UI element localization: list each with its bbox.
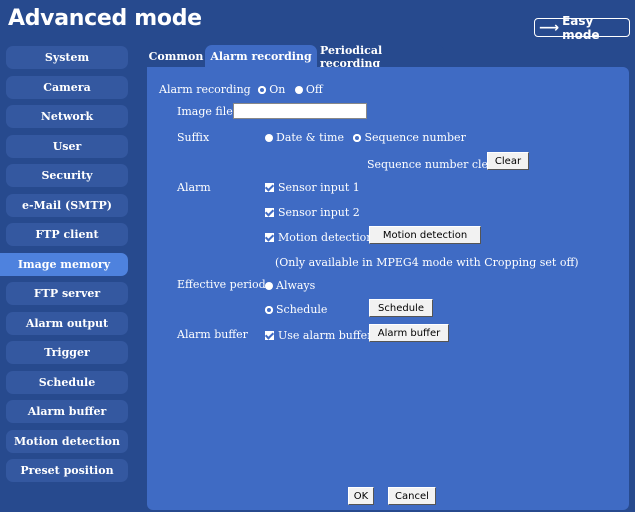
sidebar-item-motion-detection[interactable]: Motion detection xyxy=(6,429,128,453)
motion-label: Motion detection xyxy=(278,231,374,244)
use-alarm-buffer-label: Use alarm buffer xyxy=(278,329,373,342)
settings-panel: Alarm recording On Off Image file name S… xyxy=(147,67,629,510)
image-file-name-input[interactable] xyxy=(233,103,367,119)
alarm-recording-off-radio[interactable] xyxy=(294,86,303,94)
schedule-button[interactable]: Schedule xyxy=(369,299,433,317)
sensor1-row: Sensor input 1 xyxy=(265,181,360,194)
suffix-sequence-label: Sequence number xyxy=(364,131,466,144)
sidebar-item-network[interactable]: Network xyxy=(6,105,128,128)
always-radio[interactable] xyxy=(265,282,273,290)
sensor1-checkbox[interactable] xyxy=(265,183,274,192)
suffix-date-label: Date & time xyxy=(276,131,344,144)
alarm-label: Alarm xyxy=(177,181,211,194)
schedule-radio[interactable] xyxy=(265,306,273,314)
motion-row: Motion detection xyxy=(265,231,373,244)
sidebar-item-system[interactable]: System xyxy=(6,46,128,69)
sidebar-item-image-memory[interactable]: Image memory xyxy=(0,252,128,276)
alarm-recording-on-radio[interactable] xyxy=(258,86,267,94)
cancel-button[interactable]: Cancel xyxy=(388,487,436,505)
sidebar-item-alarm-output[interactable]: Alarm output xyxy=(6,311,128,335)
effective-period-label: Effective period xyxy=(177,278,266,291)
alarm-recording-off-label: Off xyxy=(305,83,323,96)
motion-note: (Only available in MPEG4 mode with Cropp… xyxy=(275,256,579,269)
sensor2-checkbox[interactable] xyxy=(265,208,274,217)
sidebar-item-ftp-server[interactable]: FTP server xyxy=(6,282,128,305)
schedule-row: Schedule xyxy=(265,303,327,316)
schedule-label: Schedule xyxy=(276,303,328,316)
suffix-options: Date & time Sequence number xyxy=(265,131,466,144)
tab-alarm-recording[interactable]: Alarm recording xyxy=(205,45,317,68)
sidebar-item-e-mail-smtp[interactable]: e-Mail (SMTP) xyxy=(6,193,128,217)
easy-mode-button[interactable]: ⟶ Easy mode xyxy=(534,14,630,42)
motion-detection-button[interactable]: Motion detection xyxy=(369,226,481,244)
sidebar-item-schedule[interactable]: Schedule xyxy=(6,370,128,394)
alarm-recording-row: Alarm recording On Off xyxy=(159,83,323,96)
tab-periodical-recording[interactable]: Periodical recording xyxy=(320,44,444,70)
use-alarm-buffer-row: Use alarm buffer xyxy=(265,329,372,342)
easy-mode-label: Easy mode xyxy=(562,13,600,42)
alarm-buffer-button[interactable]: Alarm buffer xyxy=(369,324,449,342)
sidebar-item-alarm-buffer[interactable]: Alarm buffer xyxy=(6,400,128,423)
alarm-buffer-label: Alarm buffer xyxy=(177,328,248,341)
header-bar: Advanced mode ⟶ Easy mode xyxy=(0,0,635,42)
alarm-recording-label: Alarm recording xyxy=(159,83,251,96)
sensor2-label: Sensor input 2 xyxy=(278,206,360,219)
sensor1-label: Sensor input 1 xyxy=(278,181,360,194)
motion-checkbox[interactable] xyxy=(265,233,274,242)
suffix-label: Suffix xyxy=(177,131,210,144)
tab-common[interactable]: Common xyxy=(147,45,205,68)
sequence-clear-label: Sequence number clear xyxy=(367,158,500,171)
use-alarm-buffer-checkbox[interactable] xyxy=(265,331,274,340)
page-title: Advanced mode xyxy=(8,6,202,31)
sidebar-item-trigger[interactable]: Trigger xyxy=(6,341,128,364)
ok-button[interactable]: OK xyxy=(348,487,374,505)
arrow-right-icon: ⟶ xyxy=(539,19,560,36)
sidebar-item-user[interactable]: User xyxy=(6,134,128,158)
suffix-date-radio[interactable] xyxy=(265,134,273,142)
sidebar-item-preset-position[interactable]: Preset position xyxy=(6,459,128,482)
alarm-recording-on-label: On xyxy=(269,83,286,96)
sensor2-row: Sensor input 2 xyxy=(265,206,360,219)
sidebar-item-camera[interactable]: Camera xyxy=(6,75,128,99)
clear-button[interactable]: Clear xyxy=(487,152,529,170)
suffix-sequence-radio[interactable] xyxy=(353,134,362,142)
always-row: Always xyxy=(265,279,315,292)
always-label: Always xyxy=(276,279,316,292)
sidebar-item-security[interactable]: Security xyxy=(6,164,128,187)
sidebar-item-ftp-client[interactable]: FTP client xyxy=(6,223,128,246)
